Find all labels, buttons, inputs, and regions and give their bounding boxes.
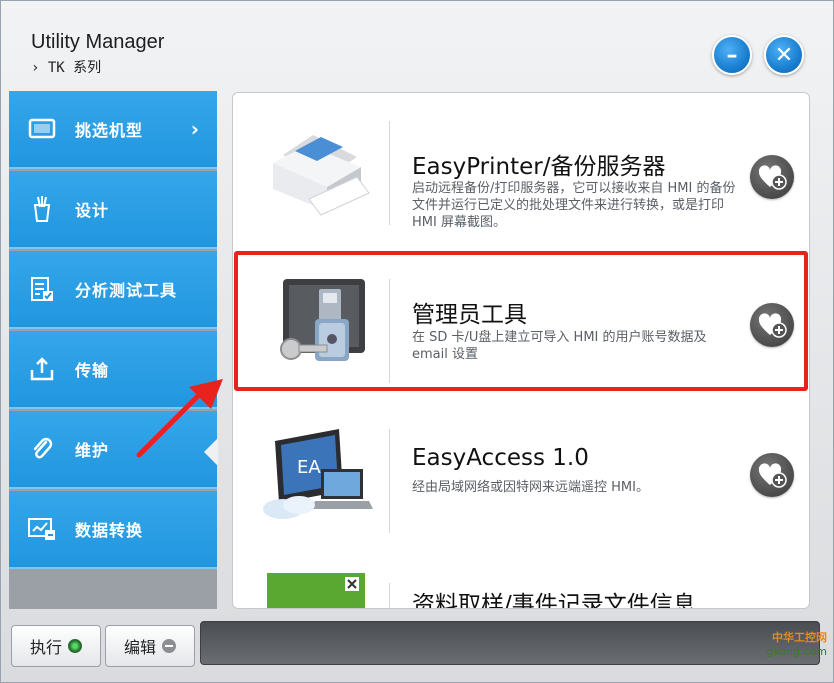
bottom-toolbar: 执行 编辑 xyxy=(9,619,827,677)
edit-label: 编辑 xyxy=(123,638,156,657)
highlight-box xyxy=(234,251,808,391)
checklist-icon xyxy=(27,274,57,304)
card-description: 经由局域网络或因特网来远端遥控 HMI。 xyxy=(412,480,649,495)
app-window: Utility Manager › TK 系列 – ✕ 挑选机型 › 设计 分析… xyxy=(0,0,834,683)
sidebar-item-select-model[interactable]: 挑选机型 › xyxy=(9,91,217,169)
tool-card-easyaccess[interactable]: EA EasyAccess 1.0 经由局域网络或因特网来远端遥控 HMI。 xyxy=(233,401,809,551)
sidebar-item-label: 数据转换 xyxy=(75,521,144,540)
minimize-button[interactable]: – xyxy=(712,35,752,75)
heart-plus-icon xyxy=(758,463,787,488)
run-status-icon xyxy=(68,639,82,653)
card-title: EasyPrinter/备份服务器 xyxy=(412,154,666,180)
heart-plus-icon xyxy=(758,165,787,190)
edit-button[interactable]: 编辑 xyxy=(105,625,195,667)
sidebar-item-label: 设计 xyxy=(75,201,110,220)
design-tools-icon xyxy=(27,194,57,224)
card-divider xyxy=(389,583,390,608)
data-convert-icon xyxy=(27,514,57,544)
add-favorite-button[interactable] xyxy=(750,453,794,497)
pointer-arrow xyxy=(136,379,223,458)
tool-card-easyprinter[interactable]: EasyPrinter/备份服务器 启动远程备份/打印服务器，它可以接收来自 H… xyxy=(233,93,809,243)
sidebar-item-label: 分析测试工具 xyxy=(75,281,178,300)
sidebar-item-data-convert[interactable]: 数据转换 xyxy=(9,491,217,569)
card-title: 资料取样/事件记录文件信息 xyxy=(412,592,696,609)
app-title: Utility Manager xyxy=(31,31,165,53)
series-breadcrumb[interactable]: › TK 系列 xyxy=(31,57,101,77)
sidebar: 挑选机型 › 设计 分析测试工具 传输 维护 数据转换 xyxy=(9,91,218,609)
data-file-icon xyxy=(261,569,371,608)
paperclip-icon xyxy=(27,434,57,464)
run-label: 执行 xyxy=(29,638,62,657)
upload-icon xyxy=(27,354,57,384)
tool-card-data-log-info[interactable]: 资料取样/事件记录文件信息 xyxy=(233,555,809,609)
monitor-icon xyxy=(27,114,57,144)
card-divider xyxy=(389,429,390,533)
close-icon: ✕ xyxy=(774,42,794,68)
card-title: EasyAccess 1.0 xyxy=(412,445,589,471)
minimize-icon: – xyxy=(726,42,738,68)
printer-icon xyxy=(261,115,371,225)
status-field xyxy=(200,621,820,665)
card-divider xyxy=(389,121,390,225)
card-description: 启动远程备份/打印服务器，它可以接收来自 HMI 的备份文件并运行已定义的批处理… xyxy=(412,181,736,230)
easyaccess-icon: EA xyxy=(261,421,373,531)
close-button[interactable]: ✕ xyxy=(764,35,804,75)
chevron-right-icon: › xyxy=(190,117,199,141)
sidebar-item-label: 传输 xyxy=(75,361,110,380)
svg-text:EA: EA xyxy=(297,457,321,478)
add-favorite-button[interactable] xyxy=(750,155,794,199)
run-button[interactable]: 执行 xyxy=(11,625,101,667)
sidebar-item-design[interactable]: 设计 xyxy=(9,171,217,249)
sidebar-item-label: 挑选机型 xyxy=(75,121,144,140)
watermark-line1: 中华工控网 xyxy=(772,631,827,644)
watermark-logo: 中华工控网 gkong.com xyxy=(766,629,827,658)
watermark-line2: gkong.com xyxy=(766,645,827,658)
sidebar-item-analysis-tools[interactable]: 分析测试工具 xyxy=(9,251,217,329)
minus-circle-icon xyxy=(162,639,176,653)
sidebar-item-label: 维护 xyxy=(75,441,110,460)
